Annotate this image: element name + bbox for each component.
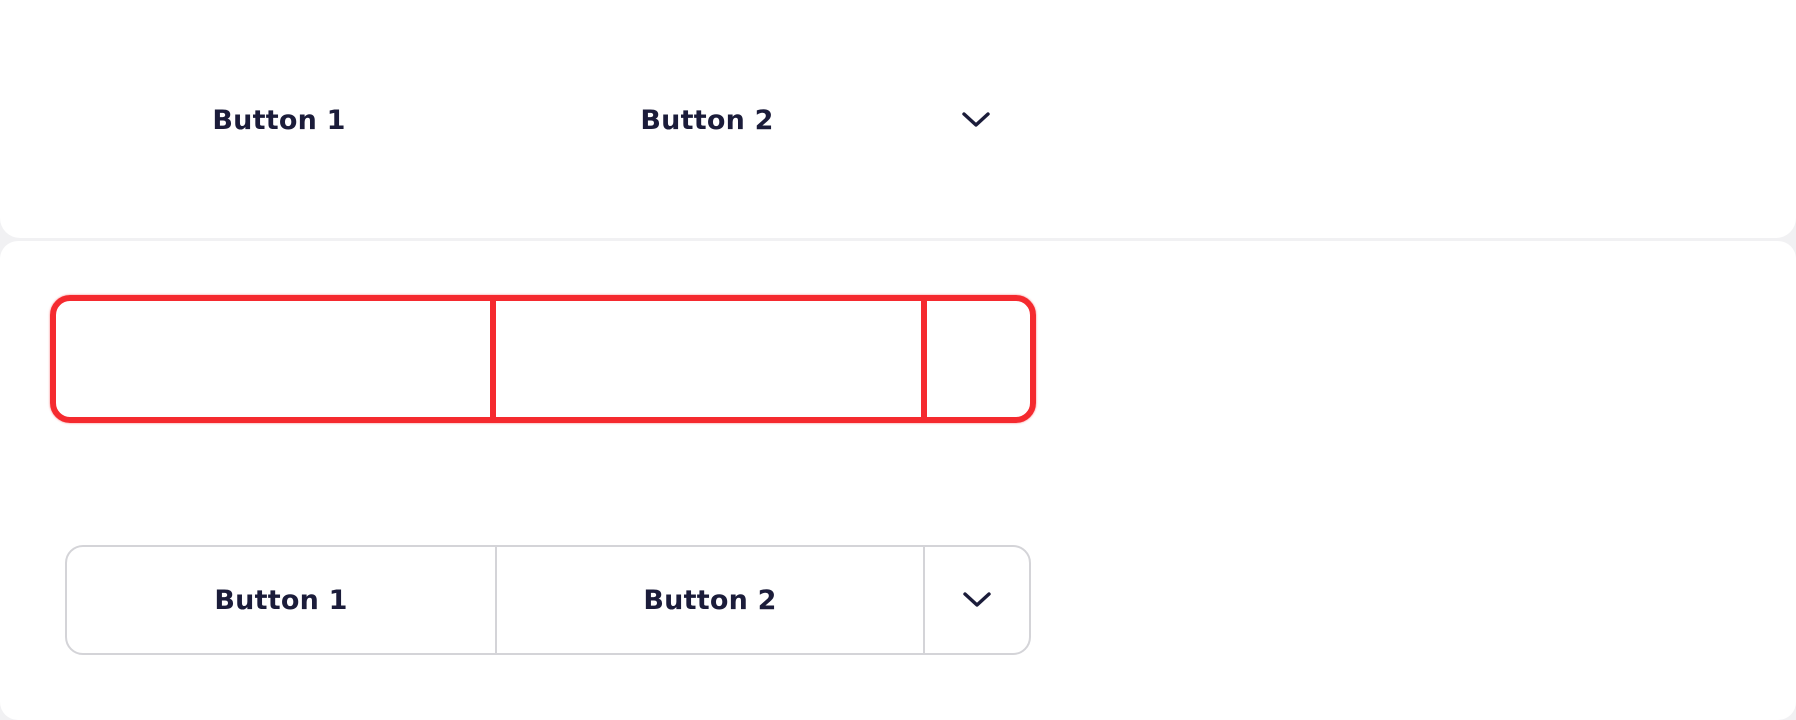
button-2[interactable]: Button 2	[493, 65, 921, 175]
button-2-outlined-label: Button 2	[643, 584, 777, 616]
canvas: Button 1 Button 2 Button 1 Button 2	[0, 0, 1796, 720]
button-2-label: Button 2	[640, 104, 774, 136]
chevron-down-icon	[962, 112, 990, 127]
segment-1-outline	[56, 301, 490, 417]
button-1-outlined-label: Button 1	[214, 584, 348, 616]
segment-3-outline	[921, 301, 1030, 417]
dropdown-toggle-button-outlined[interactable]	[923, 547, 1029, 653]
button-1[interactable]: Button 1	[65, 65, 493, 175]
split-button-plain: Button 1 Button 2	[65, 65, 1031, 175]
split-button-segment-outline	[50, 295, 1036, 423]
button-2-outlined[interactable]: Button 2	[495, 547, 923, 653]
segment-2-outline	[490, 301, 921, 417]
button-1-label: Button 1	[212, 104, 346, 136]
button-1-outlined[interactable]: Button 1	[67, 547, 495, 653]
chevron-down-icon	[963, 592, 991, 607]
split-button-outlined: Button 1 Button 2	[65, 545, 1031, 655]
dropdown-toggle-button[interactable]	[921, 65, 1031, 175]
